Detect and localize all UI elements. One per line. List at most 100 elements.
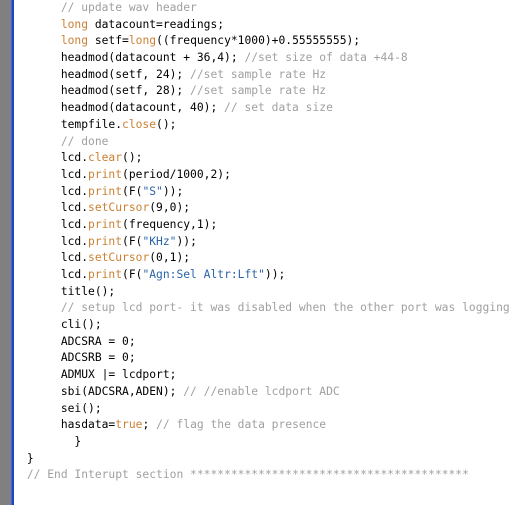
code-line[interactable]: lcd.clear(); xyxy=(14,150,512,167)
code-token-pln: (F( xyxy=(122,184,143,198)
code-token-pln: ADCSRA = 0; xyxy=(60,334,136,348)
code-token-pln: lcd. xyxy=(60,151,89,165)
code-line[interactable]: // End Interupt section ****************… xyxy=(14,467,512,484)
code-line[interactable]: lcd.print(F("KHz")); xyxy=(14,234,512,251)
code-token-pln: } xyxy=(60,434,82,448)
code-token-pln: setf= xyxy=(88,34,129,48)
code-line[interactable]: headmod(setf, 28); //set sample rate Hz xyxy=(14,83,512,100)
code-line[interactable]: title(); xyxy=(14,284,512,301)
code-line[interactable]: lcd.print(F("S")); xyxy=(14,184,512,201)
code-token-fn: setCursor xyxy=(88,201,150,215)
code-line[interactable]: long datacount=readings; xyxy=(14,17,512,34)
code-line[interactable]: headmod(datacount + 36,4); //set size of… xyxy=(14,50,512,67)
code-token-pln: headmod(datacount + 36,4); xyxy=(60,51,245,65)
code-token-fn: print xyxy=(88,217,123,231)
code-token-fn: close xyxy=(122,117,157,131)
code-token-pln: )); xyxy=(162,184,184,198)
code-token-pln: (); xyxy=(156,117,177,131)
code-token-pln: lcd. xyxy=(60,184,89,198)
code-token-pln: title(); xyxy=(60,284,116,298)
code-line[interactable]: hasdata=true; // flag the data presence xyxy=(14,417,512,434)
code-token-fn: setCursor xyxy=(88,251,150,265)
code-editor[interactable]: // update wav header long datacount=read… xyxy=(0,0,512,505)
code-line[interactable]: long setf=long((frequency*1000)+0.555555… xyxy=(14,33,512,50)
code-token-cmt: // setup lcd port- it was disabled when … xyxy=(60,301,510,315)
code-token-pln: (frequency,1); xyxy=(122,217,218,231)
code-token-cmt: // //enable lcdport ADC xyxy=(183,384,340,398)
code-token-pln: (F( xyxy=(122,268,143,281)
code-token-pln: lcd. xyxy=(60,201,89,215)
code-token-pln: lcd. xyxy=(60,234,89,248)
code-line[interactable]: ADCSRB = 0; xyxy=(14,350,512,367)
code-token-cmt: // update wav header xyxy=(60,1,197,14)
code-token-pln: ADMUX |= lcdport; xyxy=(60,368,177,382)
code-token-fn: clear xyxy=(88,151,123,165)
code-line[interactable]: // setup lcd port- it was disabled when … xyxy=(14,300,512,317)
code-text-area[interactable]: // update wav header long datacount=read… xyxy=(14,0,512,505)
code-line[interactable]: lcd.setCursor(9,0); xyxy=(14,200,512,217)
editor-gutter[interactable] xyxy=(0,0,11,505)
code-line[interactable]: cli(); xyxy=(14,317,512,334)
code-token-pln: } xyxy=(26,451,34,465)
code-line[interactable]: } xyxy=(14,434,512,451)
code-token-pln: )); xyxy=(176,234,197,248)
code-token-pln: headmod(datacount, 40); xyxy=(60,101,225,115)
code-token-kw: true xyxy=(115,418,143,432)
code-token-pln: lcd. xyxy=(60,217,89,231)
code-line[interactable]: headmod(setf, 24); //set sample rate Hz xyxy=(14,67,512,84)
code-token-cmt: // set data size xyxy=(224,101,333,115)
code-token-pln: )); xyxy=(264,268,286,281)
code-line[interactable]: } xyxy=(14,451,512,468)
code-line[interactable]: // done xyxy=(14,134,512,151)
code-line[interactable]: lcd.print(F("Agn:Sel Altr:Lft")); xyxy=(14,267,512,284)
code-line[interactable]: sbi(ADCSRA,ADEN); // //enable lcdport AD… xyxy=(14,384,512,401)
code-token-pln: ((frequency*1000)+0.55555555); xyxy=(156,34,361,48)
code-token-pln: tempfile. xyxy=(60,117,123,131)
code-line[interactable]: headmod(datacount, 40); // set data size xyxy=(14,100,512,117)
code-token-cmt: // flag the data presence xyxy=(156,418,327,432)
code-token-fn: print xyxy=(88,167,123,181)
code-line[interactable]: ADCSRA = 0; xyxy=(14,334,512,351)
code-token-cmt: //set sample rate Hz xyxy=(190,84,327,98)
code-token-pln: headmod(setf, 28); xyxy=(60,84,191,98)
code-token-pln: cli(); xyxy=(60,318,102,332)
code-token-str: "Agn:Sel Altr:Lft" xyxy=(142,268,265,281)
code-token-pln: datacount=readings; xyxy=(88,17,225,31)
code-token-pln: ADCSRB = 0; xyxy=(60,351,136,365)
code-line[interactable]: lcd.print(frequency,1); xyxy=(14,217,512,234)
code-line[interactable]: ADMUX |= lcdport; xyxy=(14,367,512,384)
code-token-pln: (period/1000,2); xyxy=(122,167,231,181)
code-line[interactable]: lcd.setCursor(0,1); xyxy=(14,250,512,267)
code-token-pln: lcd. xyxy=(60,268,89,281)
code-line[interactable]: tempfile.close(); xyxy=(14,117,512,134)
code-token-pln: headmod(setf, 24); xyxy=(60,67,191,81)
code-token-pln: (F( xyxy=(122,234,143,248)
code-line[interactable]: lcd.print(period/1000,2); xyxy=(14,167,512,184)
code-token-kw: long xyxy=(128,34,157,48)
code-token-cmt: // done xyxy=(60,134,109,148)
code-line[interactable]: sei(); xyxy=(14,401,512,418)
code-line[interactable]: // update wav header xyxy=(14,0,512,17)
